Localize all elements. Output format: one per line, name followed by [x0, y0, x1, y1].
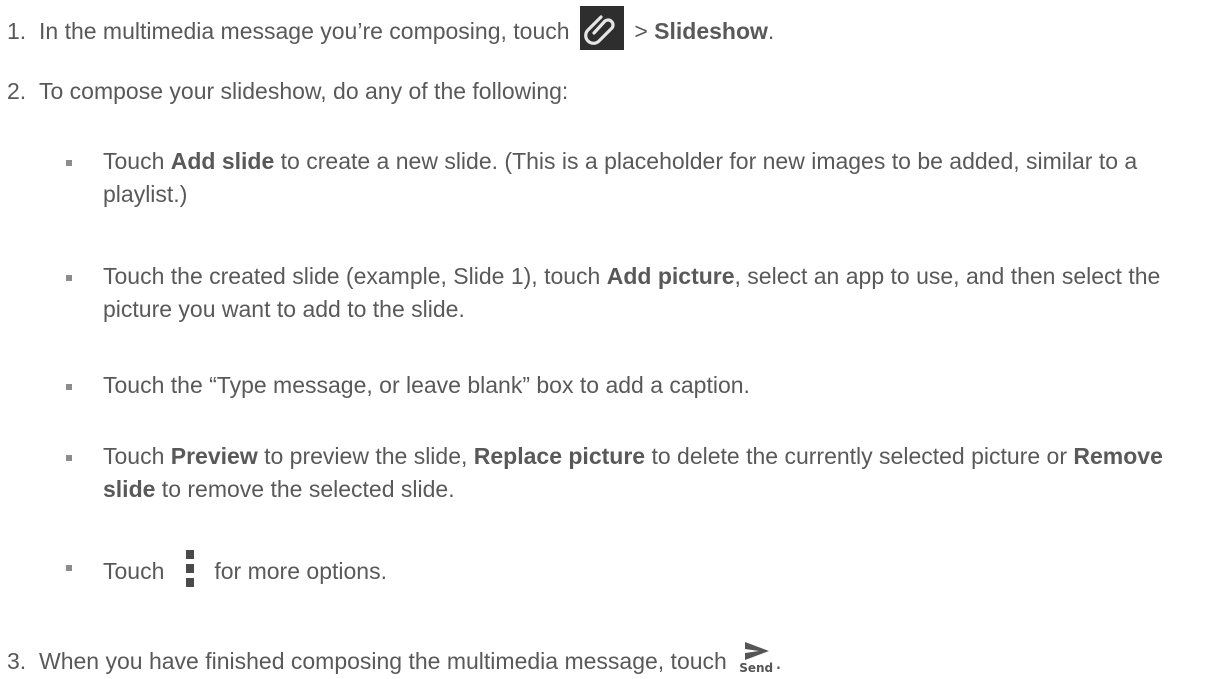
bullet-marker [66, 455, 72, 461]
paperclip-icon [579, 6, 624, 50]
bullet-text: Touch the created slide (example, Slide … [103, 260, 1186, 326]
step-sep: > [627, 18, 655, 44]
step-number: 2. [7, 78, 27, 104]
bullet-more-options: Touch for more options. [66, 550, 1186, 588]
text-run: to preview the slide, [257, 443, 474, 469]
bullet-preview-replace-remove: Touch Preview to preview the slide, Repl… [66, 440, 1186, 506]
text-run: Touch [103, 443, 171, 469]
bold-term: Preview [170, 443, 258, 469]
step-3: 3. When you have finished composing the m… [7, 641, 782, 678]
bullet-add-slide: Touch Add slide to create a new slide. (… [66, 145, 1186, 211]
bullet-caption: Touch the “Type message, or leave blank”… [66, 369, 1186, 402]
text-run: for more options. [214, 558, 387, 584]
bullet-marker [66, 565, 72, 571]
bullet-text: Touch for more options. [103, 550, 1186, 588]
step-text: When you have finished composing the mul… [39, 648, 727, 674]
bold-term: Replace picture [473, 443, 646, 469]
step-2: 2. To compose your slideshow, do any of t… [7, 75, 568, 108]
step-end: . [767, 18, 775, 44]
step-number: 3. [7, 648, 27, 674]
bullet-marker [66, 384, 72, 390]
step-1: 1. In the multimedia message you’re compo… [7, 6, 774, 50]
text-run: Touch the created slide (example, Slide … [103, 263, 607, 289]
bold-term: Add slide [170, 148, 275, 174]
text-run: Touch [103, 148, 171, 174]
send-label: Send [739, 661, 774, 675]
text-run: Touch [103, 558, 165, 584]
step-number: 1. [7, 18, 27, 44]
bullet-marker [66, 275, 72, 281]
step-text: In the multimedia message you’re composi… [39, 18, 570, 44]
bullet-marker [66, 160, 72, 166]
bullet-text: Touch Preview to preview the slide, Repl… [103, 440, 1186, 506]
step-text: To compose your slideshow, do any of the… [39, 78, 569, 104]
step-end: . [775, 648, 782, 674]
bold-term: Add picture [606, 263, 735, 289]
text-run: to remove the selected slide. [155, 476, 455, 502]
send-icon: Send [737, 641, 775, 675]
bullet-text: Touch the “Type message, or leave blank”… [103, 372, 750, 398]
bullet-text: Touch Add slide to create a new slide. (… [103, 145, 1186, 211]
bullet-add-picture: Touch the created slide (example, Slide … [66, 260, 1186, 326]
step-bold: Slideshow [654, 18, 768, 44]
text-run: to delete the currently selected picture… [645, 443, 1074, 469]
overflow-menu-icon [186, 550, 196, 588]
